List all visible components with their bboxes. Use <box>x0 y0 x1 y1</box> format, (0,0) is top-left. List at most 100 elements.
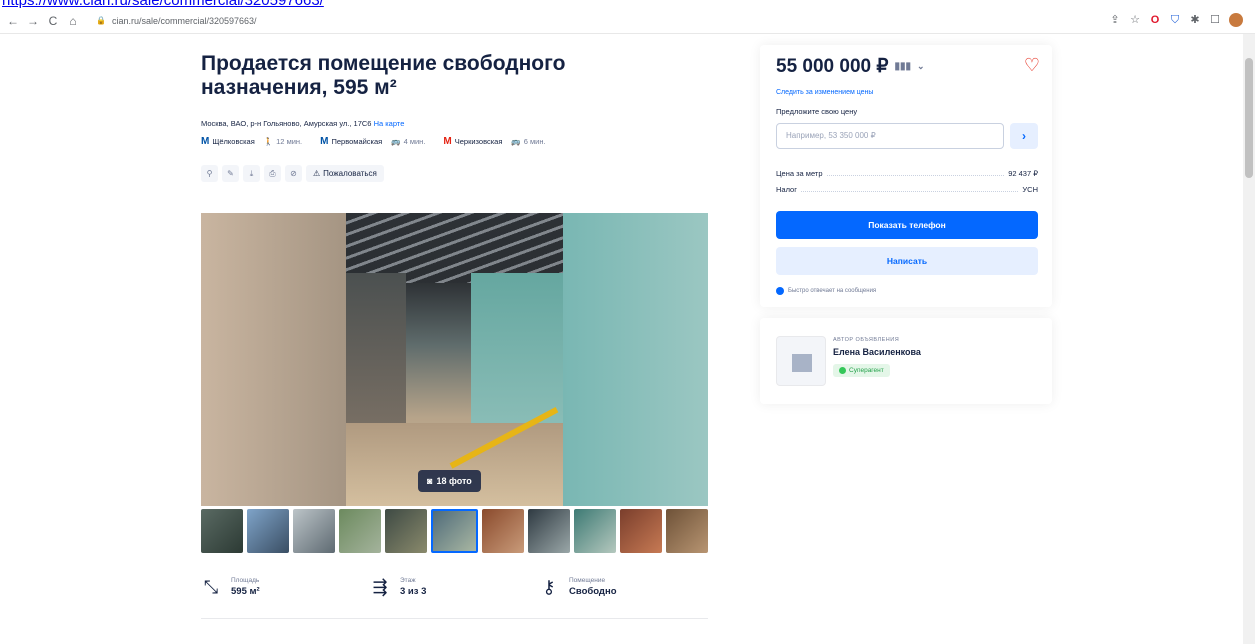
photo-count: 18 фото <box>436 476 472 486</box>
metro-time: 12 мин. <box>276 137 303 146</box>
metro-time: 4 мин. <box>403 137 426 146</box>
offer-submit-button[interactable]: › <box>1010 123 1038 149</box>
window-icon[interactable]: ☐ <box>1209 14 1221 26</box>
thumbnail[interactable] <box>385 509 428 553</box>
metro-item[interactable]: M Щёлковская 🚶 12 мин. <box>201 136 302 147</box>
show-phone-button[interactable]: Показать телефон <box>776 211 1038 239</box>
author-card[interactable]: АВТОР ОБЪЯВЛЕНИЯ Елена Василенкова Супер… <box>760 318 1052 404</box>
opera-icon[interactable]: O <box>1149 14 1161 26</box>
building-icon <box>792 354 812 372</box>
back-icon[interactable]: ← <box>6 14 20 28</box>
param-label: Площадь <box>231 577 260 584</box>
camera-icon: ◙ <box>427 476 433 486</box>
thumbnail[interactable] <box>619 509 662 553</box>
map-link[interactable]: На карте <box>374 119 405 128</box>
thumbnail[interactable] <box>247 509 290 553</box>
share-icon[interactable]: ⇪ <box>1109 14 1121 26</box>
price: 55 000 000 ₽ ▮▮▮ ⌄ <box>776 55 925 78</box>
extensions-icon[interactable]: ✱ <box>1189 14 1201 26</box>
compare-icon[interactable]: ⚲ <box>201 165 218 182</box>
metro-list: M Щёлковская 🚶 12 мин. M Первомайская 🚌 … <box>201 136 708 147</box>
warning-icon: ⚠ <box>313 169 321 178</box>
metro-station: Щёлковская <box>212 137 255 146</box>
home-icon[interactable]: ⌂ <box>66 14 80 28</box>
stairs-icon: ⇶ <box>372 577 388 597</box>
forward-icon[interactable]: → <box>26 14 40 28</box>
author-role: АВТОР ОБЪЯВЛЕНИЯ <box>833 337 900 343</box>
thumbnail[interactable] <box>293 509 336 553</box>
listing-main: Продается помещение свободного назначени… <box>201 52 708 182</box>
hide-icon[interactable]: ⊘ <box>285 165 302 182</box>
bus-icon: 🚌 <box>511 137 521 146</box>
thumbnail[interactable] <box>431 509 478 553</box>
thumbnail[interactable] <box>481 509 524 553</box>
area-icon: ⤡ <box>203 577 219 597</box>
price-value: 55 000 000 ₽ <box>776 56 889 77</box>
badge-label: Суперагент <box>849 367 884 374</box>
reload-icon[interactable]: C <box>46 14 60 28</box>
param-value: 595 м² <box>231 586 260 597</box>
browser-toolbar: ← → C ⌂ 🔒 cian.ru/sale/commercial/320597… <box>0 8 1255 34</box>
photo-blur-left <box>201 213 346 506</box>
quick-reply-note: Быстро отвечает на сообщения <box>776 287 876 295</box>
metro-icon: M <box>320 136 329 147</box>
tax-label: Налог <box>776 185 797 194</box>
metro-item[interactable]: M Черкизовская 🚌 6 мин. <box>443 136 545 147</box>
favorite-icon[interactable]: ♡ <box>1024 55 1040 76</box>
page-title: Продается помещение свободного назначени… <box>201 52 566 99</box>
thumbnail[interactable] <box>201 509 244 553</box>
extensions-bar: ⇪ ☆ O ⛉ ✱ ☐ <box>1109 13 1243 27</box>
divider <box>201 618 708 619</box>
lock-icon: 🔒 <box>96 16 106 25</box>
thumbnail[interactable] <box>665 509 709 553</box>
tax-value: УСН <box>1022 185 1038 194</box>
edit-icon[interactable]: ✎ <box>222 165 239 182</box>
action-toolbar: ⚲ ✎ ⤓ ⎙ ⊘ ⚠ Пожаловаться <box>201 165 708 182</box>
bookmark-star-icon[interactable]: ☆ <box>1129 14 1141 26</box>
dotted-leader <box>826 175 1005 176</box>
photo-count-badge[interactable]: ◙ 18 фото <box>418 470 481 492</box>
download-icon[interactable]: ⤓ <box>243 165 260 182</box>
write-button[interactable]: Написать <box>776 247 1038 275</box>
clock-icon <box>776 287 784 295</box>
param-value: 3 из 3 <box>400 586 427 597</box>
param-label: Этаж <box>400 577 416 584</box>
address-bar[interactable]: 🔒 cian.ru/sale/commercial/320597663/ <box>96 16 257 26</box>
report-label: Пожаловаться <box>323 169 377 178</box>
address: Москва, ВАО, р-н Гольяново, Амурская ул.… <box>201 119 708 128</box>
thumbnail[interactable] <box>339 509 382 553</box>
follow-price-link[interactable]: Следить за изменением цены <box>776 89 873 96</box>
param-area: ⤡ Площадь 595 м² <box>201 577 370 597</box>
print-icon[interactable]: ⎙ <box>264 165 281 182</box>
metro-item[interactable]: M Первомайская 🚌 4 мин. <box>320 136 425 147</box>
scrollbar-thumb[interactable] <box>1245 58 1253 178</box>
price-per-meter-row: Цена за метр 92 437 ₽ <box>776 169 1038 178</box>
thumbnail-strip <box>201 509 709 553</box>
param-floor: ⇶ Этаж 3 из 3 <box>370 577 539 597</box>
quick-reply-text: Быстро отвечает на сообщения <box>788 288 877 294</box>
thumbnail[interactable] <box>573 509 616 553</box>
report-button[interactable]: ⚠ Пожаловаться <box>306 165 384 182</box>
metro-time: 6 мин. <box>523 137 546 146</box>
metro-icon: M <box>443 136 452 147</box>
param-value: Свободно <box>569 586 617 597</box>
offer-label: Предложите свою цену <box>776 107 858 116</box>
photo-wall-left <box>346 273 406 443</box>
params-row: ⤡ Площадь 595 м² ⇶ Этаж 3 из 3 ⚷ Помещен… <box>201 577 708 597</box>
thumbnail[interactable] <box>527 509 570 553</box>
main-photo[interactable]: ◙ 18 фото <box>201 213 708 506</box>
price-history-icon[interactable]: ▮▮▮ <box>894 61 911 72</box>
dotted-leader <box>800 191 1019 192</box>
check-icon <box>839 367 846 374</box>
profile-avatar[interactable] <box>1229 13 1243 27</box>
author-logo <box>776 336 826 386</box>
shield-icon[interactable]: ⛉ <box>1169 14 1181 26</box>
metro-station: Черкизовская <box>454 137 503 146</box>
chevron-down-icon[interactable]: ⌄ <box>917 61 925 72</box>
author-name[interactable]: Елена Василенкова <box>833 347 921 357</box>
tax-row: Налог УСН <box>776 185 1038 194</box>
offer-input[interactable]: Например, 53 350 000 ₽ <box>776 123 1004 149</box>
metro-station: Первомайская <box>331 137 383 146</box>
metro-icon: M <box>201 136 210 147</box>
key-icon: ⚷ <box>542 577 556 597</box>
